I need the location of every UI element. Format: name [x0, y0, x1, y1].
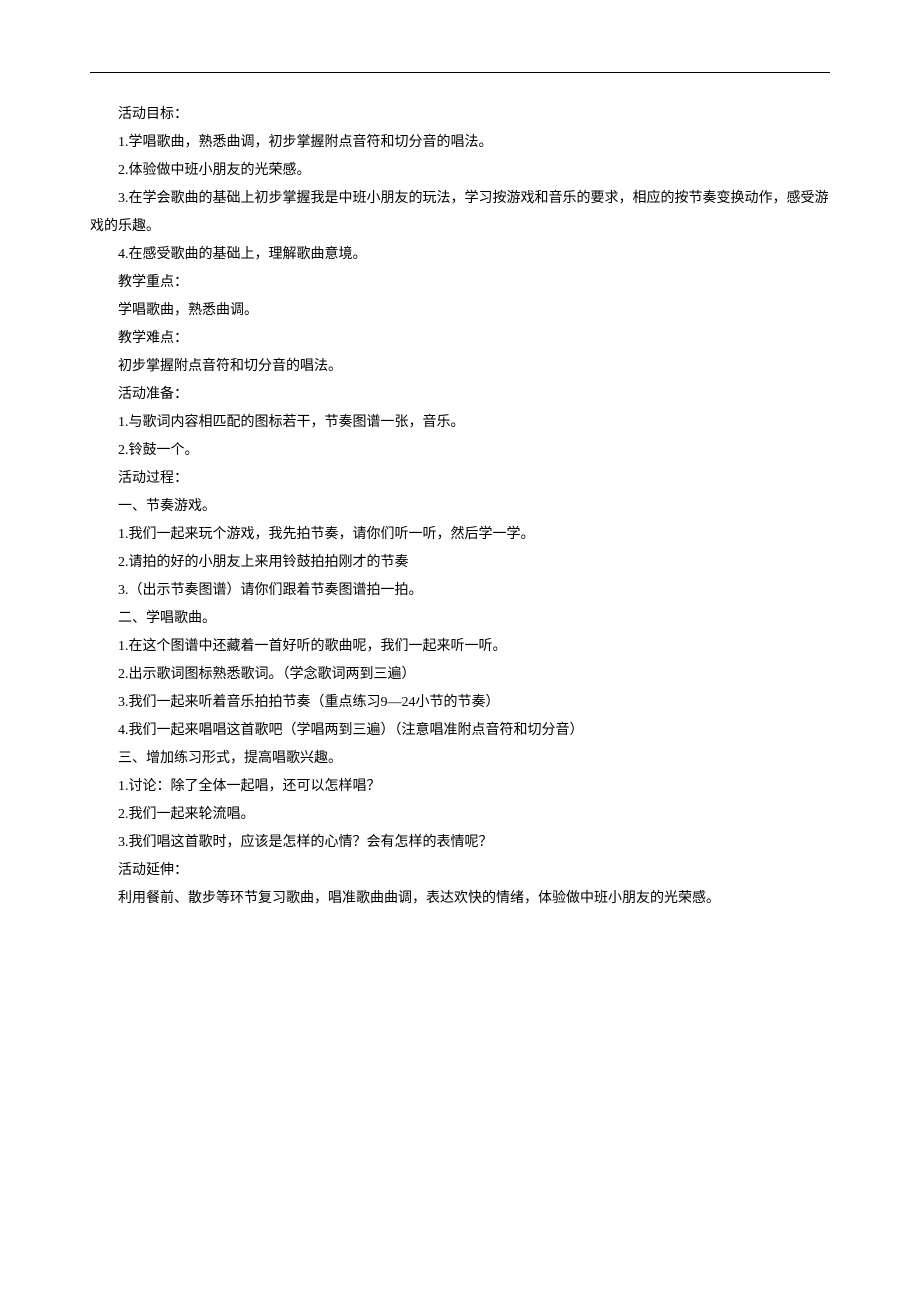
para-process-header: 活动过程： [90, 465, 830, 493]
para-s1-1: 1.我们一起来玩个游戏，我先拍节奏，请你们听一听，然后学一学。 [90, 521, 830, 549]
para-section-3: 三、增加练习形式，提高唱歌兴趣。 [90, 745, 830, 773]
para-s2-3: 3.我们一起来听着音乐拍拍节奏（重点练习9—24小节的节奏） [90, 689, 830, 717]
para-keypoint-header: 教学重点： [90, 269, 830, 297]
para-prep-2: 2.铃鼓一个。 [90, 437, 830, 465]
para-extension-content: 利用餐前、散步等环节复习歌曲，唱准歌曲曲调，表达欢快的情绪，体验做中班小朋友的光… [90, 885, 830, 913]
para-s3-3: 3.我们唱这首歌时，应该是怎样的心情？会有怎样的表情呢？ [90, 829, 830, 857]
para-s2-1: 1.在这个图谱中还藏着一首好听的歌曲呢，我们一起来听一听。 [90, 633, 830, 661]
para-s3-1: 1.讨论：除了全体一起唱，还可以怎样唱？ [90, 773, 830, 801]
para-goal-1: 1.学唱歌曲，熟悉曲调，初步掌握附点音符和切分音的唱法。 [90, 129, 830, 157]
para-keypoint-content: 学唱歌曲，熟悉曲调。 [90, 297, 830, 325]
para-s2-4: 4.我们一起来唱唱这首歌吧（学唱两到三遍）（注意唱准附点音符和切分音） [90, 717, 830, 745]
para-s3-2: 2.我们一起来轮流唱。 [90, 801, 830, 829]
para-section-2: 二、学唱歌曲。 [90, 605, 830, 633]
top-horizontal-rule [90, 72, 830, 73]
para-section-1: 一、节奏游戏。 [90, 493, 830, 521]
para-extension-header: 活动延伸： [90, 857, 830, 885]
para-difficulty-header: 教学难点： [90, 325, 830, 353]
para-s2-2: 2.出示歌词图标熟悉歌词。（学念歌词两到三遍） [90, 661, 830, 689]
para-goal-3-line1: 3.在学会歌曲的基础上初步掌握我是中班小朋友的玩法，学习按游戏和音乐的要求，相应… [90, 185, 830, 241]
para-s1-2: 2.请拍的好的小朋友上来用铃鼓拍拍刚才的节奏 [90, 549, 830, 577]
para-prep-1: 1.与歌词内容相匹配的图标若干，节奏图谱一张，音乐。 [90, 409, 830, 437]
para-goal-header: 活动目标： [90, 101, 830, 129]
para-goal-2: 2.体验做中班小朋友的光荣感。 [90, 157, 830, 185]
para-goal-4: 4.在感受歌曲的基础上，理解歌曲意境。 [90, 241, 830, 269]
para-difficulty-content: 初步掌握附点音符和切分音的唱法。 [90, 353, 830, 381]
para-s1-3: 3.（出示节奏图谱）请你们跟着节奏图谱拍一拍。 [90, 577, 830, 605]
para-prep-header: 活动准备： [90, 381, 830, 409]
document-page: 活动目标： 1.学唱歌曲，熟悉曲调，初步掌握附点音符和切分音的唱法。 2.体验做… [0, 0, 920, 1302]
